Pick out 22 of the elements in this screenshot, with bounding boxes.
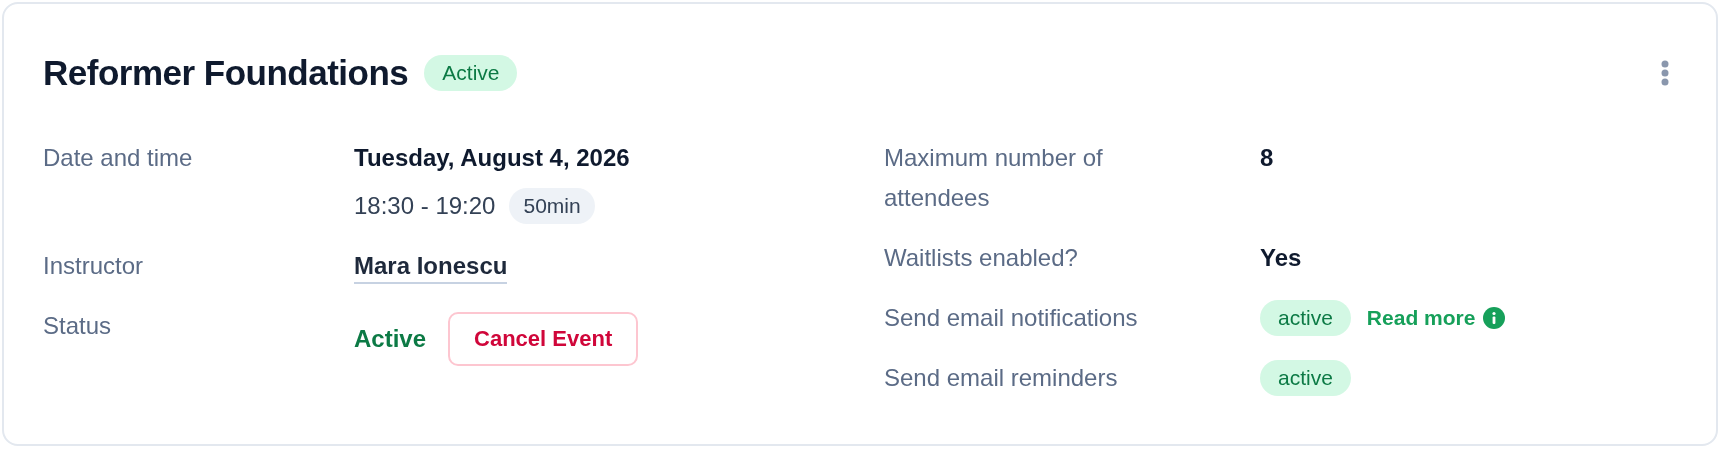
- instructor-link[interactable]: Mara Ionescu: [354, 250, 508, 284]
- cancel-event-button[interactable]: Cancel Event: [448, 312, 639, 366]
- status-badge: Active: [424, 55, 518, 91]
- event-title: Reformer Foundations: [43, 53, 409, 93]
- field-label: Instructor: [43, 251, 145, 281]
- field-label: Date and time: [43, 143, 194, 173]
- duration-badge: 50min: [509, 188, 595, 224]
- time-range: 18:30 - 19:20: [354, 191, 496, 221]
- field-value: 8: [1260, 144, 1274, 171]
- field-label: Send email reminders: [884, 363, 1119, 393]
- field-label: Status: [43, 311, 113, 341]
- info-icon: [1483, 307, 1506, 329]
- field-label: Send email notifications: [884, 303, 1139, 333]
- date-text: Tuesday, August 4, 2026: [354, 143, 631, 173]
- more-options-icon[interactable]: [1661, 60, 1669, 86]
- status-text: Active: [354, 324, 427, 354]
- active-badge: active: [1260, 360, 1351, 396]
- active-badge: active: [1260, 300, 1351, 336]
- field-value: Yes: [1260, 244, 1302, 271]
- read-more-link[interactable]: Read more: [1366, 298, 1476, 338]
- field-label: Waitlists enabled?: [884, 243, 1079, 273]
- field-label: Maximum number of attendees: [884, 143, 1104, 213]
